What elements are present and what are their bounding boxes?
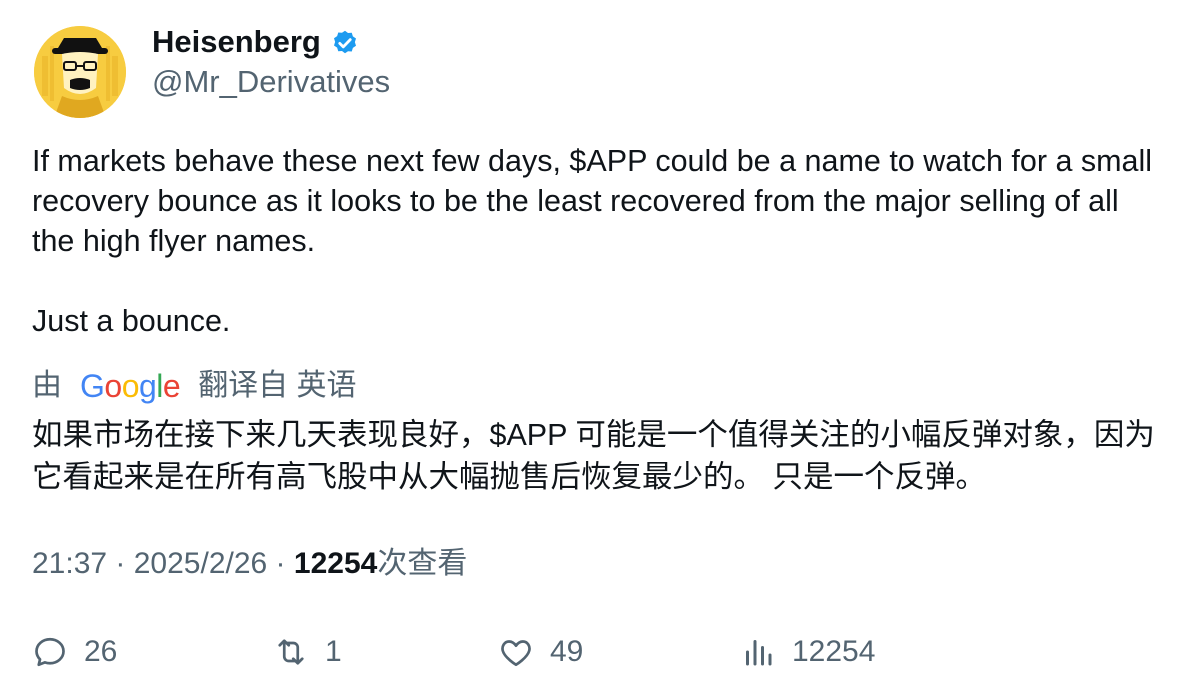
tweet-date[interactable]: 2025/2/26: [134, 547, 267, 580]
view-count-label: 次查看: [377, 547, 468, 580]
translated-text: 如果市场在接下来几天表现良好，$APP 可能是一个值得关注的小幅反弹对象，因为它…: [32, 418, 1155, 494]
translation-suffix: 翻译自 英语: [198, 369, 357, 402]
author-handle[interactable]: @Mr_Derivatives: [152, 62, 390, 102]
tweet-time[interactable]: 21:37: [32, 547, 107, 580]
translation-prefix: 由: [32, 369, 62, 402]
avatar[interactable]: [34, 26, 126, 118]
heart-icon: [501, 640, 531, 667]
translation-attribution: 由 Google 翻译自 英语: [32, 366, 357, 406]
like-button[interactable]: 49: [498, 630, 583, 674]
google-logo-icon: Google: [80, 368, 181, 404]
retweet-icon: [278, 639, 304, 665]
reply-count: 26: [84, 635, 118, 668]
view-count: 12254: [293, 547, 378, 580]
retweet-count: 1: [325, 635, 342, 668]
reply-button[interactable]: 26: [32, 630, 117, 674]
tweet-meta: 21:37 · 2025/2/26 · 12254次查看: [32, 544, 467, 584]
reply-icon: [35, 637, 65, 667]
meta-separator: ·: [267, 547, 294, 580]
meta-separator: ·: [107, 547, 134, 580]
views-button[interactable]: 12254: [740, 630, 875, 674]
retweet-button[interactable]: 1: [273, 630, 342, 674]
action-bar: 26 1 49 12254: [0, 630, 1196, 674]
like-count: 49: [550, 635, 584, 668]
author-name[interactable]: Heisenberg: [152, 22, 321, 62]
author-name-row[interactable]: Heisenberg: [152, 22, 360, 62]
analytics-icon: [746, 640, 772, 666]
views-count: 12254: [792, 635, 876, 668]
verified-badge-icon: [330, 27, 360, 57]
tweet-text: If markets behave these next few days, $…: [32, 144, 1153, 338]
